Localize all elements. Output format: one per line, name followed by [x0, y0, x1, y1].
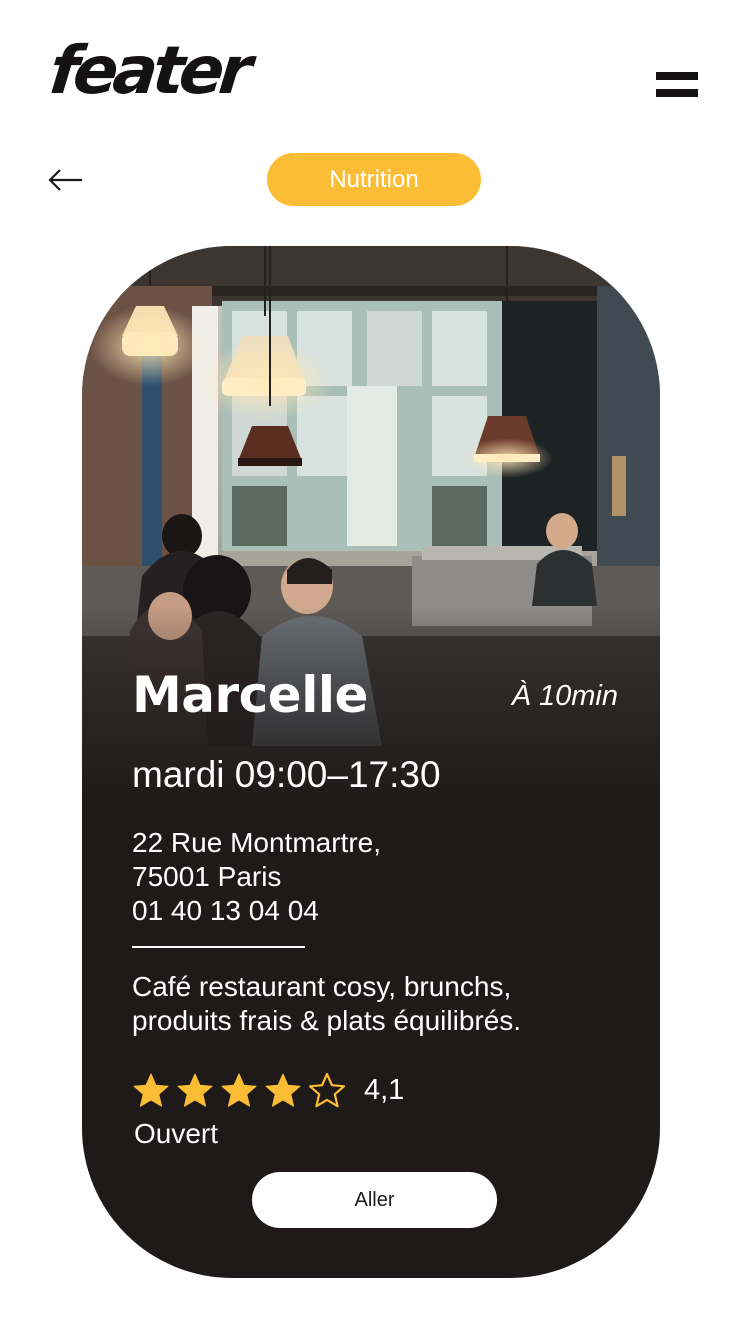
star-filled-icon: [265, 1073, 301, 1107]
arrow-left-icon: [48, 169, 82, 191]
star-filled-icon: [221, 1073, 257, 1107]
venue-hours: mardi 09:00–17:30: [132, 754, 441, 795]
rating-row: 4,1: [132, 1072, 404, 1108]
description-line-1: Café restaurant cosy, brunchs,: [132, 971, 512, 1002]
star-filled-icon: [177, 1073, 213, 1107]
star-outline-icon: [308, 1072, 346, 1108]
app-logo: feater: [46, 32, 251, 109]
category-pill[interactable]: Nutrition: [267, 153, 481, 206]
venue-distance: À 10min: [511, 680, 618, 712]
venue-card: Marcelle À 10min mardi 09:00–17:30 22 Ru…: [82, 246, 660, 1278]
back-button[interactable]: [46, 160, 86, 200]
phone-number[interactable]: 01 40 13 04 04: [132, 894, 381, 928]
rating-stars: [132, 1072, 352, 1108]
address-line-2: 75001 Paris: [132, 861, 282, 892]
menu-button[interactable]: [656, 70, 698, 100]
address-line-1: 22 Rue Montmartre,: [132, 827, 381, 858]
go-button[interactable]: Aller: [252, 1172, 497, 1228]
rating-value: 4,1: [364, 1073, 405, 1106]
venue-description: Café restaurant cosy, brunchs, produits …: [132, 970, 622, 1038]
star-filled-icon: [133, 1073, 169, 1107]
divider: [132, 946, 305, 948]
status-label: Ouvert: [134, 1118, 219, 1149]
venue-name: Marcelle: [132, 666, 368, 724]
venue-contact: 22 Rue Montmartre, 75001 Paris 01 40 13 …: [132, 826, 381, 928]
description-line-2: produits frais & plats équilibrés.: [132, 1005, 522, 1036]
